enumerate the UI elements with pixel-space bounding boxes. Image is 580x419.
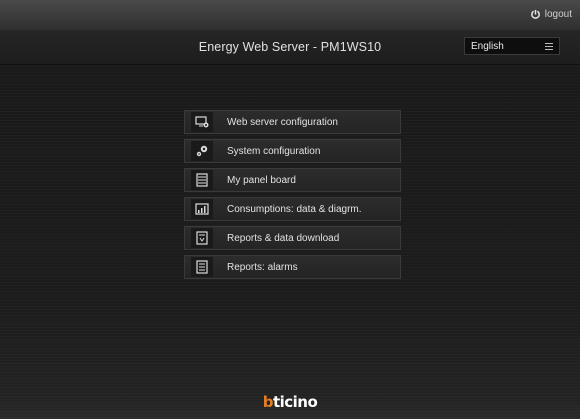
menu-item-label: My panel board (227, 174, 296, 186)
top-bar: logout (0, 0, 580, 30)
hamburger-icon (545, 43, 553, 52)
chart-icon (191, 199, 213, 219)
menu-item-reports-alarms[interactable]: Reports: alarms (184, 255, 401, 279)
power-icon (530, 9, 540, 19)
menu-item-system-configuration[interactable]: System configuration (184, 139, 401, 163)
language-value: English (471, 41, 504, 52)
logout-label: logout (544, 9, 572, 20)
menu-item-label: Web server configuration (227, 116, 338, 128)
menu-item-label: System configuration (227, 145, 321, 157)
logo-b: b (262, 393, 274, 411)
menu-item-label: Consumptions: data & diagrm. (227, 203, 362, 215)
menu-item-reports-download[interactable]: Reports & data download (184, 226, 401, 250)
logo-rest: ticino (272, 393, 318, 411)
monitor-gear-icon (191, 112, 213, 132)
bticino-logo: bticino (0, 393, 580, 411)
main-menu: Web server configuration System configur… (184, 110, 401, 284)
report-download-icon (191, 228, 213, 248)
gears-icon (191, 141, 213, 161)
menu-item-label: Reports: alarms (227, 261, 298, 273)
report-alarm-icon (191, 257, 213, 277)
logout-button[interactable]: logout (530, 9, 572, 20)
menu-item-consumptions[interactable]: Consumptions: data & diagrm. (184, 197, 401, 221)
menu-item-web-server-configuration[interactable]: Web server configuration (184, 110, 401, 134)
menu-item-my-panel-board[interactable]: My panel board (184, 168, 401, 192)
language-select[interactable]: English (464, 37, 560, 55)
panel-board-icon (191, 170, 213, 190)
menu-item-label: Reports & data download (227, 232, 340, 244)
